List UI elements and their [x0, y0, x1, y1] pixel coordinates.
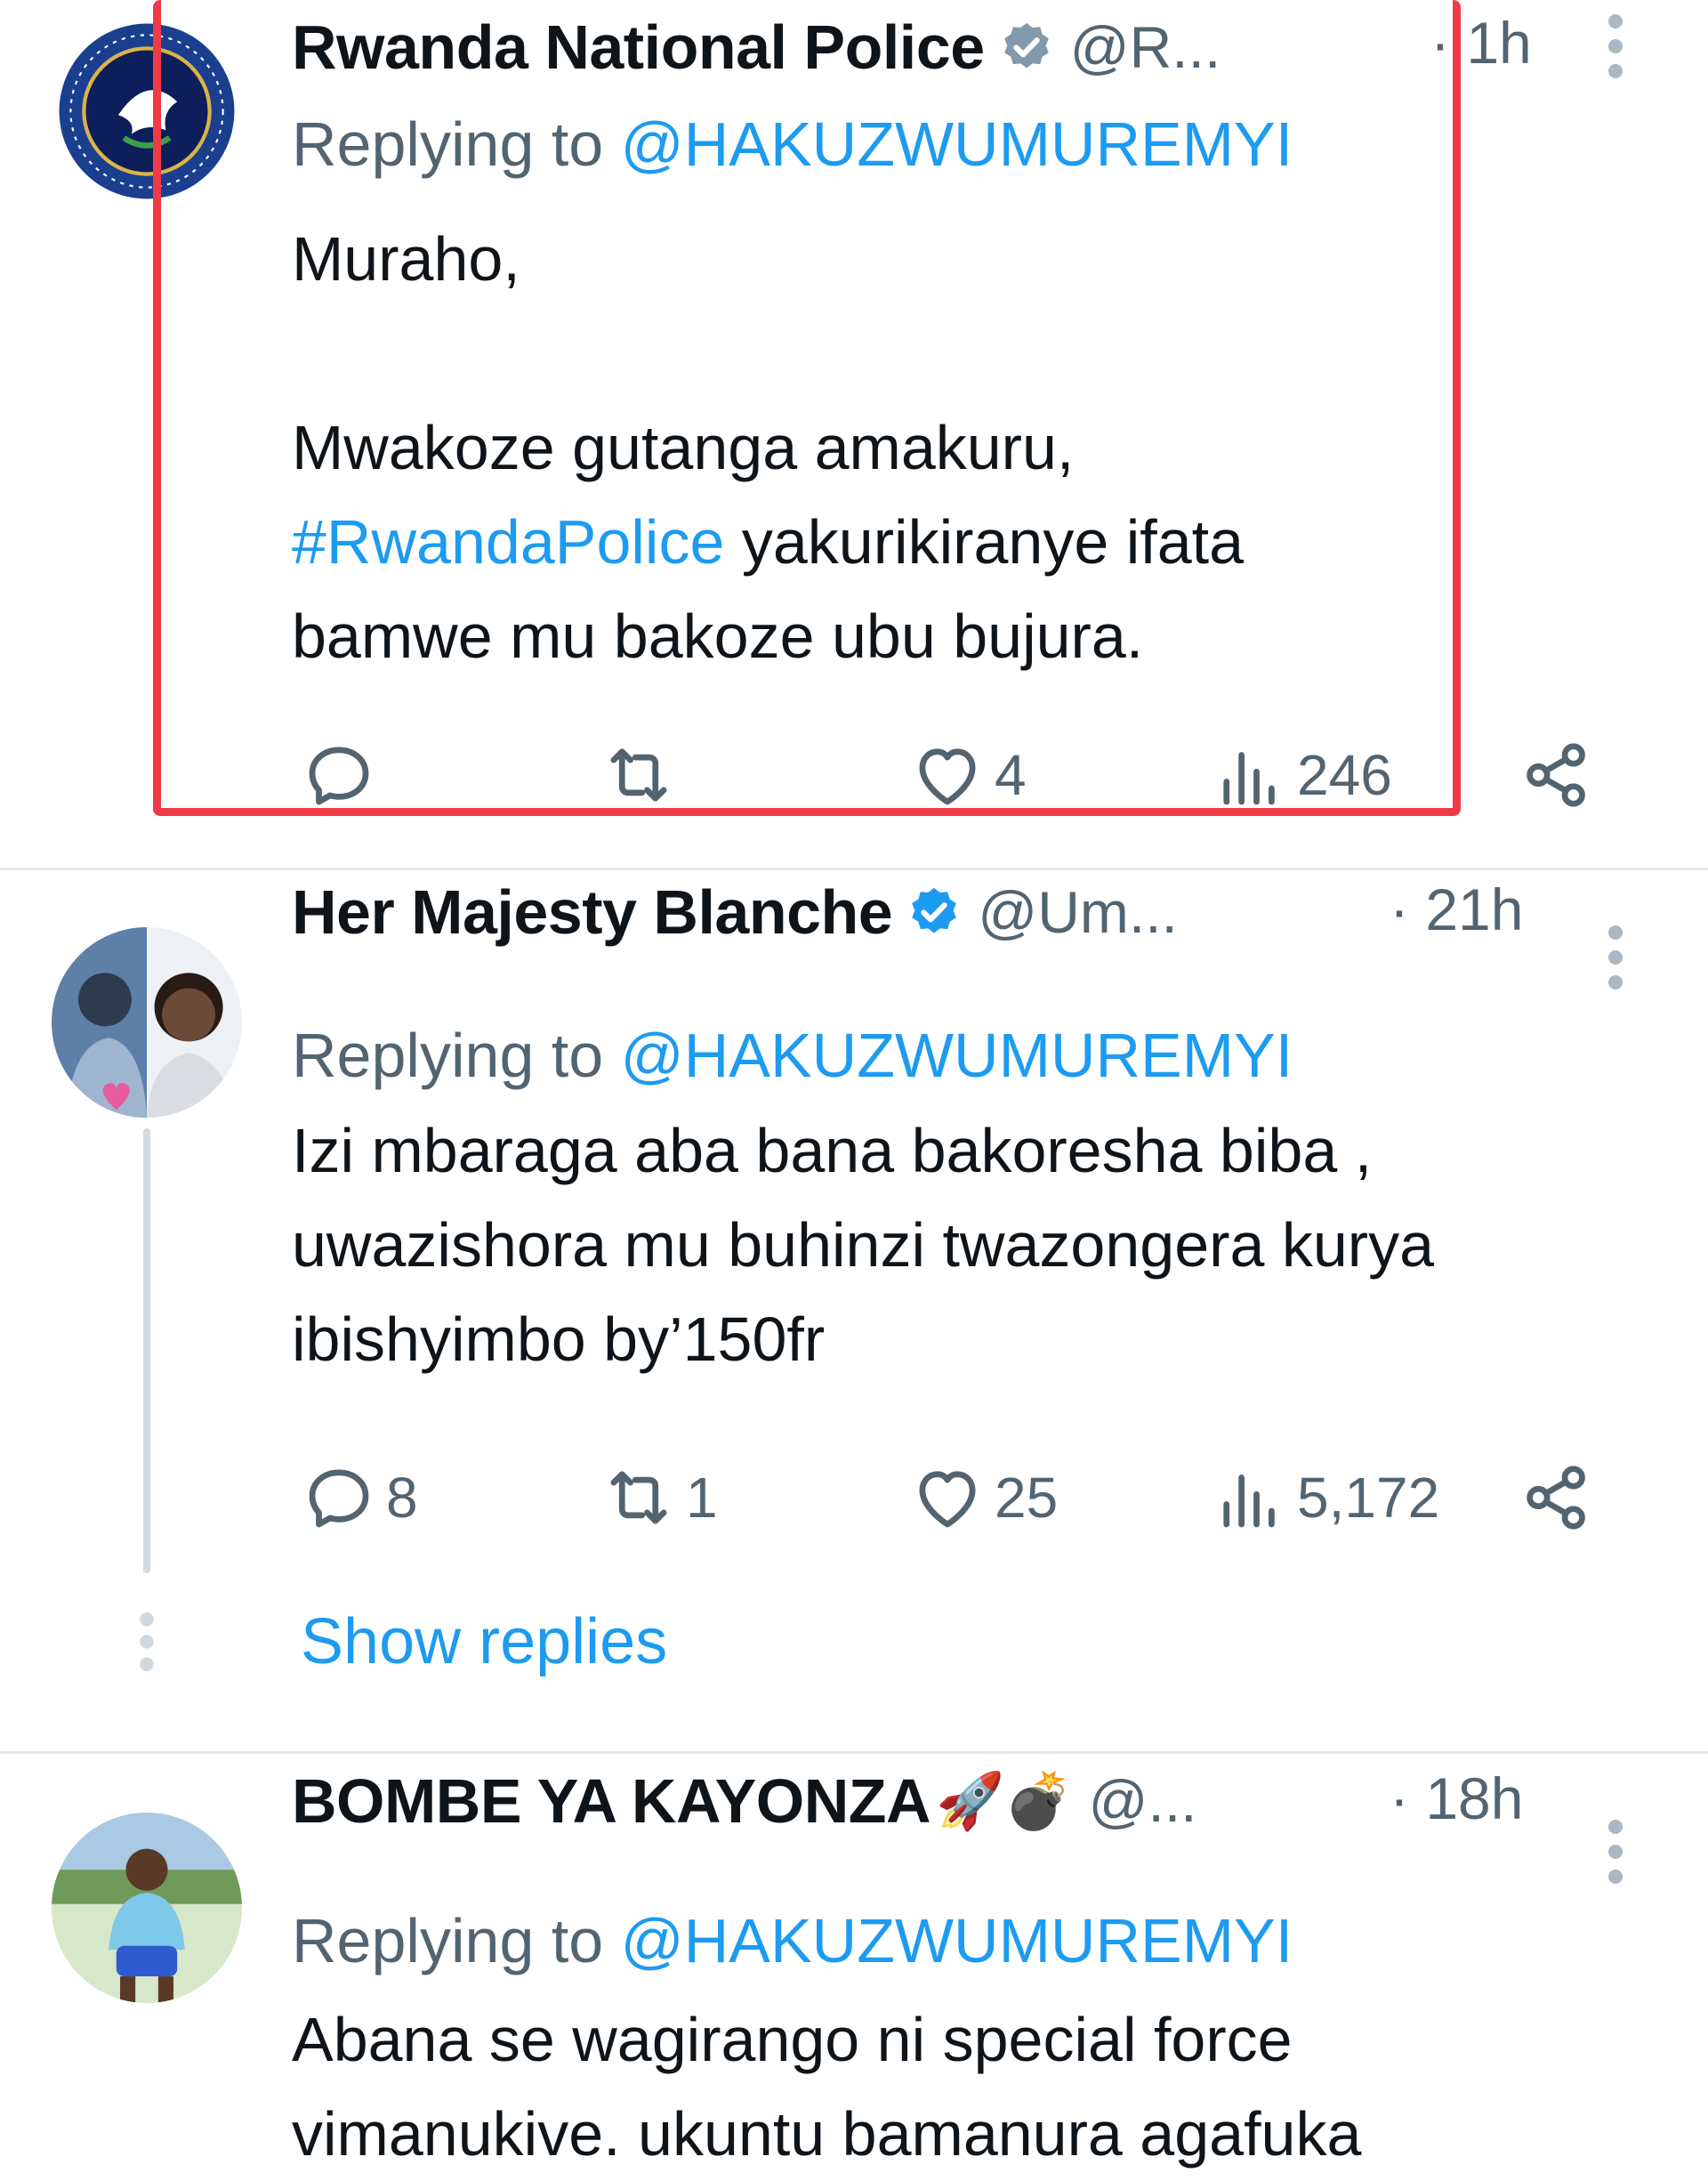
tweet-her-majesty-blanche[interactable]: Her Majesty Blanche @Um... · 21h Replyin… [0, 870, 1708, 1751]
display-name[interactable]: Her Majesty Blanche [292, 876, 893, 948]
mention-link[interactable]: @HAKUZWUMUREMYI [621, 109, 1293, 179]
reply-button[interactable]: 8 [299, 1458, 418, 1538]
replying-to: Replying to @HAKUZWUMUREMYI [292, 1906, 1293, 1975]
views-button[interactable]: 246 [1210, 735, 1392, 815]
timestamp[interactable]: · 18h [1390, 1765, 1523, 1832]
heart-icon [919, 748, 976, 805]
heart-icon [919, 1471, 976, 1528]
share-icon [1527, 743, 1585, 807]
text-line: vimanukive. ukuntu bamanura agafuka [292, 2099, 1362, 2169]
text-line: Abana se wagirango ni special force [292, 2005, 1293, 2074]
share-button[interactable] [1517, 1458, 1597, 1538]
replying-to: Replying to @HAKUZWUMUREMYI [292, 109, 1293, 179]
tweet-text: Abana se wagirango ni special force vima… [292, 1992, 1672, 2181]
display-name[interactable]: Rwanda National Police [292, 12, 985, 83]
text-line: ibishyimbo by’150fr [292, 1305, 826, 1374]
rocket-bomb-emoji-icon: 🚀💣 [936, 1770, 1073, 1832]
timestamp[interactable]: · 21h [1390, 876, 1523, 943]
replying-to: Replying to @HAKUZWUMUREMYI [292, 1021, 1293, 1090]
more-options-icon[interactable] [1607, 12, 1624, 80]
more-options-icon[interactable] [1607, 924, 1624, 991]
mention-link[interactable]: @HAKUZWUMUREMYI [621, 1906, 1293, 1975]
thread-connector-line [143, 1128, 150, 1573]
like-button[interactable]: 4 [907, 735, 1027, 815]
retweet-button[interactable]: 1 [599, 1458, 718, 1538]
text-line: bamwe mu bakoze ubu bujura. [292, 602, 1144, 671]
reply-button[interactable] [299, 735, 386, 815]
text-line: #RwandaPolice yakurikiranye ifata [292, 507, 1245, 577]
text-line: Muraho, [292, 224, 520, 294]
retweet-icon [610, 1471, 667, 1524]
timestamp[interactable]: · 1h [1430, 9, 1532, 77]
display-name[interactable]: BOMBE YA KAYONZA [292, 1765, 931, 1837]
tweet-header: Rwanda National Police @R... [292, 7, 1583, 87]
tweet-text: Muraho, Mwakoze gutanga amakuru, #Rwanda… [292, 212, 1672, 683]
retweet-button[interactable] [599, 735, 686, 815]
verified-badge-icon [1003, 22, 1049, 69]
views-chart-icon [1223, 1474, 1275, 1528]
avatar-her-majesty-blanche[interactable] [52, 927, 242, 1118]
handle[interactable]: @Um... [978, 878, 1178, 946]
text-line: uwazishora mu buhinzi twazongera kurya [292, 1210, 1434, 1280]
show-replies-link[interactable]: Show replies [301, 1605, 667, 1678]
reply-icon [309, 1469, 369, 1528]
tweet-rwanda-police[interactable]: Rwanda National Police @R... · 1h Replyi… [0, 0, 1708, 868]
like-button[interactable]: 25 [907, 1458, 1058, 1538]
share-icon [1527, 1466, 1585, 1530]
mention-link[interactable]: @HAKUZWUMUREMYI [621, 1021, 1293, 1090]
more-options-icon[interactable] [1607, 1818, 1624, 1886]
handle[interactable]: @R... [1070, 13, 1221, 81]
tweet-bombe-ya-kayonza[interactable]: BOMBE YA KAYONZA 🚀💣 @... · 18h Replying … [0, 1754, 1708, 2180]
avatar-photo-icon [52, 927, 242, 1118]
text-line: Mwakoze gutanga amakuru, [292, 413, 1075, 482]
avatar-photo-icon [52, 1813, 242, 2003]
text-line: Izi mbaraga aba bana bakoresha biba , [292, 1116, 1373, 1185]
hashtag-link[interactable]: #RwandaPolice [292, 507, 724, 577]
thread-dots-icon [140, 1612, 154, 1672]
verified-badge-icon [912, 887, 957, 933]
tweet-text: Izi mbaraga aba bana bakoresha biba , uw… [292, 1103, 1672, 1386]
reply-icon [309, 747, 369, 805]
share-button[interactable] [1517, 735, 1597, 815]
avatar-bombe-ya-kayonza[interactable] [52, 1813, 242, 2003]
views-button[interactable]: 5,172 [1210, 1458, 1439, 1538]
views-chart-icon [1223, 752, 1275, 805]
handle[interactable]: @... [1089, 1767, 1197, 1835]
retweet-icon [610, 748, 667, 802]
